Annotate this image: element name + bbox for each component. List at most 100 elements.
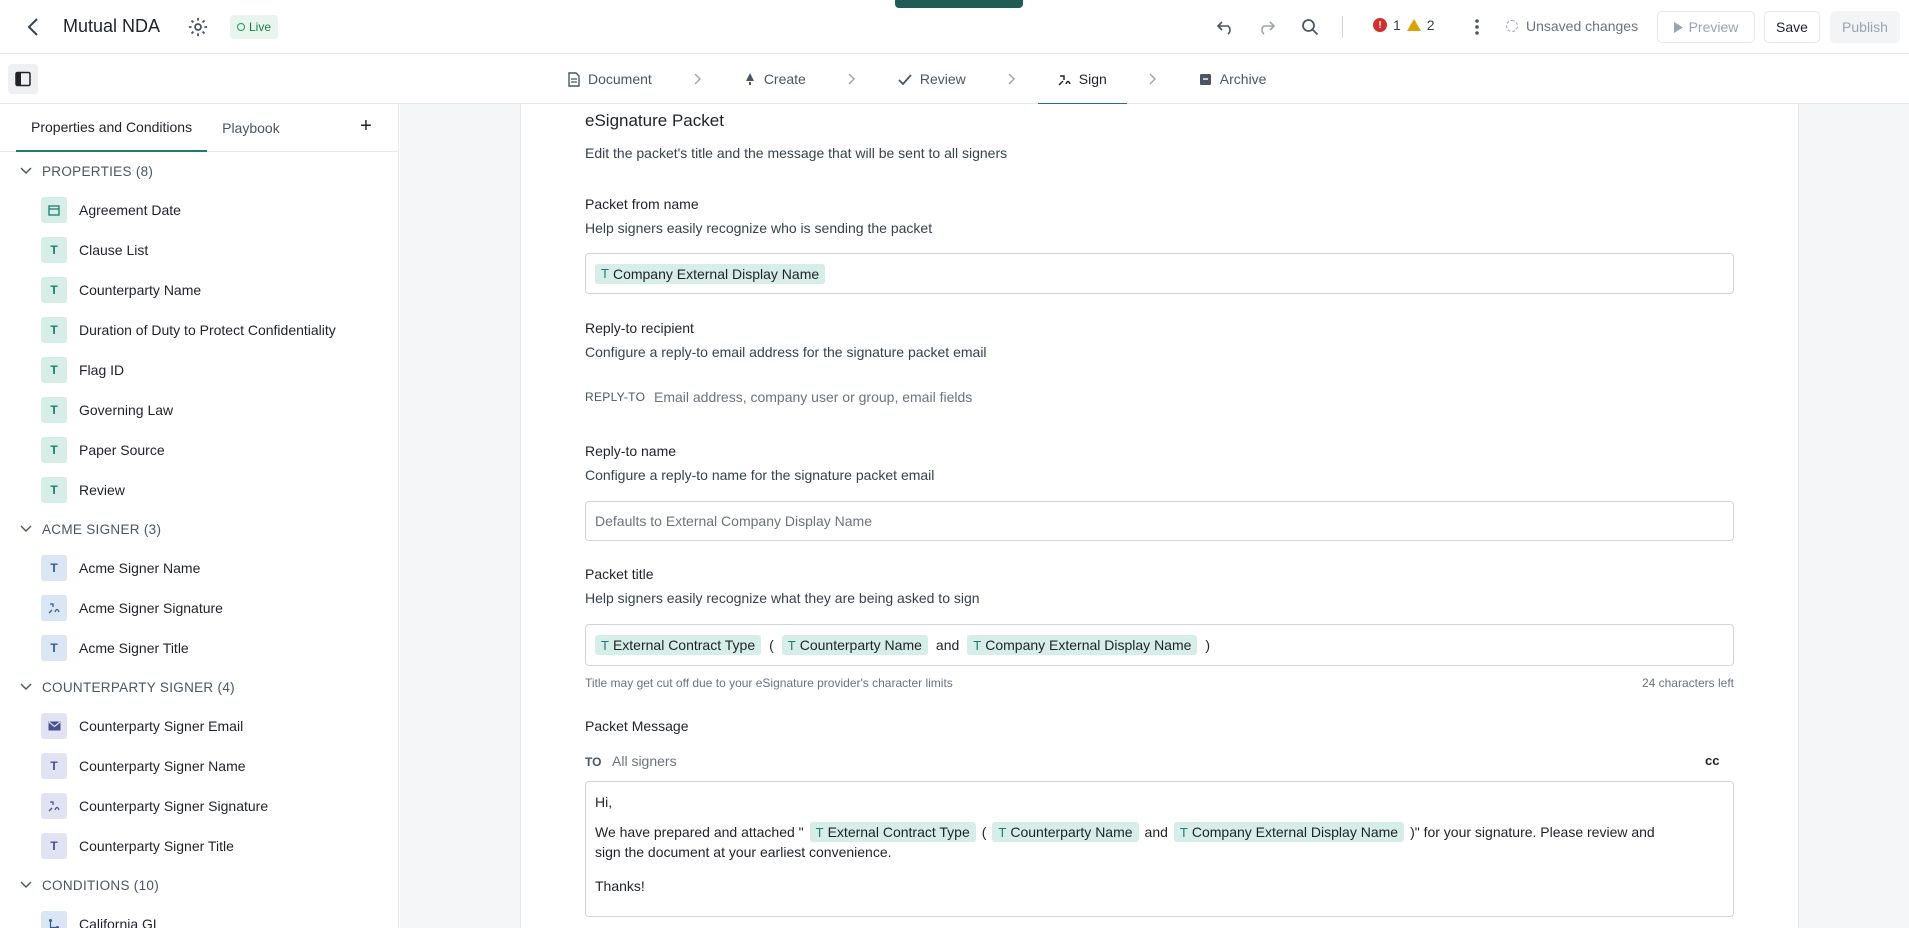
sidebar-toggle-button[interactable]	[8, 64, 38, 94]
mail-icon	[41, 713, 67, 739]
list-item-label: Counterparty Signer Title	[79, 838, 234, 854]
list-item[interactable]: T Review	[0, 470, 398, 510]
list-item[interactable]: T Paper Source	[0, 430, 398, 470]
warning-icon	[1406, 19, 1421, 31]
signature-icon	[41, 595, 67, 621]
message-and-text: and	[1144, 824, 1168, 840]
publish-button[interactable]: Publish	[1830, 11, 1900, 43]
step-sign[interactable]: Sign	[1037, 54, 1127, 105]
error-icon: !	[1373, 18, 1387, 32]
packet-title-field[interactable]: T External Contract Type ( T Counterparty …	[585, 624, 1734, 666]
save-button[interactable]: Save	[1764, 11, 1820, 43]
token-chip[interactable]: T Company External Display Name	[967, 635, 1198, 655]
text-icon: T	[601, 266, 609, 281]
sidebar-panel-icon	[15, 71, 31, 87]
text-icon: T	[41, 635, 67, 661]
group-title: ACME SIGNER (3)	[42, 521, 162, 537]
step-document[interactable]: Document	[548, 54, 672, 104]
list-item[interactable]: T Acme Signer Name	[0, 548, 398, 588]
chevron-right-icon	[672, 54, 724, 104]
list-item-label: California GL	[79, 916, 161, 928]
list-item[interactable]: T Duration of Duty to Protect Confidentia…	[0, 310, 398, 350]
chevron-right-icon	[826, 54, 878, 104]
chevron-right-icon	[1127, 54, 1179, 104]
play-icon	[1673, 21, 1683, 33]
step-label: Review	[919, 71, 966, 87]
list-item[interactable]: California GL	[0, 904, 398, 928]
token-chip[interactable]: T Counterparty Name	[992, 822, 1139, 842]
undo-button[interactable]	[1214, 15, 1238, 39]
rocket-icon	[745, 73, 754, 85]
redo-button[interactable]	[1254, 15, 1278, 39]
workflow-stepper: Document Create Review Sign Archive	[548, 54, 1287, 105]
text-icon: T	[41, 397, 67, 423]
back-arrow-icon	[27, 18, 38, 36]
list-item[interactable]: Counterparty Signer Email	[0, 706, 398, 746]
text-icon: T	[787, 637, 796, 653]
token-chip-label: Counterparty Name	[1010, 824, 1133, 840]
chevron-right-icon	[986, 54, 1038, 104]
reply-to-name-input[interactable]: Defaults to External Company Display Nam…	[585, 501, 1734, 541]
text-icon: T	[41, 753, 67, 779]
list-item[interactable]: T Counterparty Name	[0, 270, 398, 310]
token-chip[interactable]: T Company External Display Name	[1173, 822, 1405, 842]
list-item-label: Acme Signer Title	[79, 640, 189, 656]
tab-properties-and-conditions[interactable]: Properties and Conditions	[16, 104, 208, 152]
group-header-conditions[interactable]: CONDITIONS (10)	[0, 866, 398, 904]
text-icon: T	[815, 824, 824, 840]
step-bar: Document Create Review Sign Archive	[0, 54, 1909, 105]
tab-playbook[interactable]: Playbook	[207, 104, 295, 152]
unsaved-indicator: Unsaved changes	[1506, 18, 1638, 34]
top-bar: Mutual NDA Live ! 1 2 Unsaved changes Pr…	[0, 0, 1909, 54]
token-chip[interactable]: T Company External Display Name	[595, 263, 826, 284]
step-archive[interactable]: Archive	[1179, 54, 1287, 104]
to-recipients-input[interactable]: All signers	[612, 753, 677, 769]
message-editor[interactable]: Hi, We have prepared and attached " T Ext…	[585, 781, 1734, 917]
step-label: Archive	[1219, 71, 1267, 87]
error-count: 1	[1393, 17, 1401, 33]
token-chip[interactable]: T Counterparty Name	[781, 635, 928, 655]
preview-button[interactable]: Preview	[1657, 11, 1755, 43]
plus-icon: +	[360, 114, 372, 137]
from-name-field[interactable]: T Company External Display Name	[585, 253, 1734, 294]
issues-indicator[interactable]: ! 1 2	[1373, 17, 1435, 33]
list-item[interactable]: T Flag ID	[0, 350, 398, 390]
message-text: We have prepared and attached "	[595, 824, 804, 840]
token-chip[interactable]: T External Contract Type	[809, 822, 976, 842]
list-item[interactable]: Counterparty Signer Signature	[0, 786, 398, 826]
status-badge: Live	[230, 15, 279, 39]
group-title: COUNTERPARTY SIGNER (4)	[42, 679, 235, 695]
message-line-1: We have prepared and attached " T Externa…	[595, 822, 1724, 842]
calendar-icon	[41, 197, 67, 223]
toolbar-divider	[1342, 16, 1343, 38]
list-item-label: Counterparty Signer Name	[79, 758, 246, 774]
live-dot-icon	[237, 23, 245, 31]
condition-icon	[41, 911, 67, 928]
more-menu-button[interactable]	[1465, 15, 1489, 39]
list-item[interactable]: T Clause List	[0, 230, 398, 270]
list-item[interactable]: T Counterparty Signer Title	[0, 826, 398, 866]
step-review[interactable]: Review	[878, 54, 986, 104]
back-button[interactable]	[20, 14, 46, 40]
reply-to-input[interactable]: Email address, company user or group, em…	[654, 389, 972, 405]
token-chip[interactable]: T External Contract Type	[595, 635, 762, 655]
group-header-counterparty-signer[interactable]: COUNTERPARTY SIGNER (4)	[0, 668, 398, 706]
message-text: )" for your signature. Please review and	[1410, 824, 1655, 840]
list-item-label: Acme Signer Name	[79, 560, 201, 576]
list-item[interactable]: T Governing Law	[0, 390, 398, 430]
group-header-acme-signer[interactable]: ACME SIGNER (3)	[0, 510, 398, 548]
add-button[interactable]: +	[356, 114, 376, 137]
text-icon: T	[41, 477, 67, 503]
message-line-2: sign the document at your earliest conve…	[595, 844, 892, 860]
group-header-properties[interactable]: PROPERTIES (8)	[0, 152, 398, 190]
settings-button[interactable]	[187, 16, 209, 38]
cc-button[interactable]: cc	[1705, 753, 1719, 768]
list-item[interactable]: T Acme Signer Title	[0, 628, 398, 668]
list-item[interactable]: Agreement Date	[0, 190, 398, 230]
list-item[interactable]: Acme Signer Signature	[0, 588, 398, 628]
text-icon: T	[41, 317, 67, 343]
search-button[interactable]	[1298, 15, 1322, 39]
list-item[interactable]: T Counterparty Signer Name	[0, 746, 398, 786]
step-create[interactable]: Create	[724, 54, 826, 104]
top-accent-bar	[895, 0, 1023, 8]
